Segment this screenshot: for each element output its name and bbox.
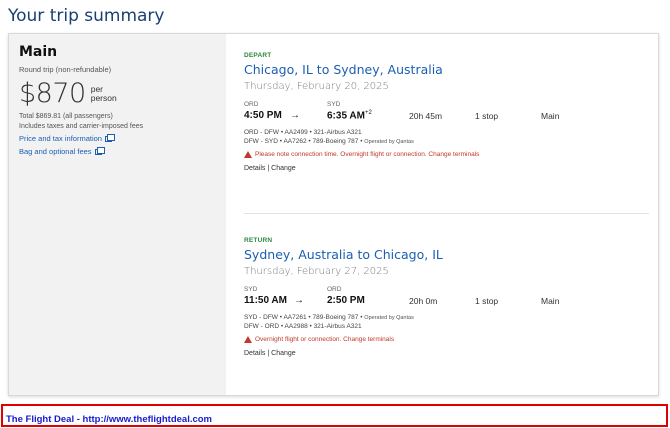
page-title: Your trip summary xyxy=(8,6,165,26)
segment-divider xyxy=(244,213,649,214)
depart-dest-code: SYD xyxy=(327,101,341,108)
depart-change-link[interactable]: Change xyxy=(271,165,296,172)
return-label: RETURN xyxy=(244,237,273,244)
return-actions-separator: | xyxy=(267,350,270,357)
depart-actions: Details | Change xyxy=(244,165,649,172)
depart-arrival-time: 6:35 AM+2 xyxy=(327,110,372,121)
depart-leg-2: DFW - SYD • AA7262 • 789-Boeing 787 • Op… xyxy=(244,138,649,145)
depart-details-link[interactable]: Details xyxy=(244,165,265,172)
depart-departure-time: 4:50 PM xyxy=(244,110,282,121)
return-date: Thursday, February 27, 2025 xyxy=(244,266,389,277)
itinerary-panel: DEPART Chicago, IL to Sydney, Australia … xyxy=(244,34,649,395)
price-tax-info-label: Price and tax information xyxy=(19,134,102,143)
depart-times: ORD SYD 4:50 PM → 6:35 AM+2 20h 45m 1 st… xyxy=(244,101,649,127)
warning-icon xyxy=(244,151,252,158)
depart-warning: Please note connection time. Overnight f… xyxy=(244,151,649,158)
depart-route: Chicago, IL to Sydney, Australia xyxy=(244,62,443,77)
return-leg-1-operator: Operated by Qantas xyxy=(364,315,414,321)
depart-warning-text: Please note connection time. Overnight f… xyxy=(255,151,480,158)
warning-icon xyxy=(244,336,252,343)
footer-banner: The Flight Deal - http://www.theflightde… xyxy=(1,404,668,427)
per-person-line2: person xyxy=(90,92,117,103)
depart-date: Thursday, February 20, 2025 xyxy=(244,81,389,92)
return-route: Sydney, Australia to Chicago, IL xyxy=(244,247,443,262)
bag-fees-link[interactable]: Bag and optional fees xyxy=(19,146,216,156)
depart-stops: 1 stop xyxy=(475,111,499,121)
plus-days-badge: +2 xyxy=(364,110,372,116)
return-duration: 20h 0m xyxy=(409,296,438,306)
depart-leg-1: ORD - DFW • AA2499 • 321-Airbus A321 xyxy=(244,129,362,136)
depart-leg-2-info: DFW - SYD • AA7262 • 789-Boeing 787 • xyxy=(244,138,363,145)
arrow-right-icon: → xyxy=(294,295,304,306)
return-actions: Details | Change xyxy=(244,350,649,357)
price-per-person: $870 xyxy=(19,78,86,109)
return-times: SYD ORD 11:50 AM → 2:50 PM 20h 0m 1 stop… xyxy=(244,286,649,312)
fare-summary-panel: Main Round trip (non-refundable) $870 pe… xyxy=(9,34,226,395)
depart-duration: 20h 45m xyxy=(409,111,443,121)
bag-fees-label: Bag and optional fees xyxy=(19,147,92,156)
return-dest-code: ORD xyxy=(327,286,342,293)
return-departure-time: 11:50 AM xyxy=(244,295,287,306)
return-change-link[interactable]: Change xyxy=(271,350,296,357)
return-stops: 1 stop xyxy=(475,296,499,306)
depart-actions-separator: | xyxy=(267,165,270,172)
depart-arrival-time-value: 6:35 AM xyxy=(327,110,365,122)
trip-summary-card: Main Round trip (non-refundable) $870 pe… xyxy=(8,33,659,396)
return-arrival-time: 2:50 PM xyxy=(327,295,365,306)
arrow-right-icon: → xyxy=(290,110,300,121)
footer-link[interactable]: The Flight Deal - http://www.theflightde… xyxy=(6,414,212,425)
includes-taxes: Includes taxes and carrier-imposed fees xyxy=(19,123,144,130)
return-origin-code: SYD xyxy=(244,286,258,293)
return-leg-2: DFW - ORD • AA2988 • 321-Airbus A321 xyxy=(244,323,362,330)
per-person-label: per person xyxy=(90,84,117,103)
depart-cabin: Main xyxy=(541,111,560,121)
return-leg-1-info: SYD - DFW • AA7261 • 789-Boeing 787 • xyxy=(244,314,363,321)
depart-leg-2-operator: Operated by Qantas xyxy=(364,139,414,145)
external-link-icon xyxy=(104,133,115,142)
return-warning: Overnight flight or connection. Change t… xyxy=(244,336,649,343)
return-cabin: Main xyxy=(541,296,560,306)
depart-origin-code: ORD xyxy=(244,101,259,108)
price-tax-info-link[interactable]: Price and tax information xyxy=(19,133,216,143)
return-warning-text: Overnight flight or connection. Change t… xyxy=(255,336,395,343)
external-link-icon xyxy=(94,146,105,155)
return-leg-1: SYD - DFW • AA7261 • 789-Boeing 787 • Op… xyxy=(244,314,649,321)
fare-name: Main xyxy=(19,44,58,60)
return-segment: RETURN Sydney, Australia to Chicago, IL … xyxy=(244,237,649,357)
return-details-link[interactable]: Details xyxy=(244,350,265,357)
trip-type: Round trip (non-refundable) xyxy=(19,65,112,74)
total-price: Total $869.81 (all passengers) xyxy=(19,113,113,120)
depart-label: DEPART xyxy=(244,52,272,59)
depart-segment: DEPART Chicago, IL to Sydney, Australia … xyxy=(244,52,649,172)
price-row: $870 per person xyxy=(19,78,216,109)
